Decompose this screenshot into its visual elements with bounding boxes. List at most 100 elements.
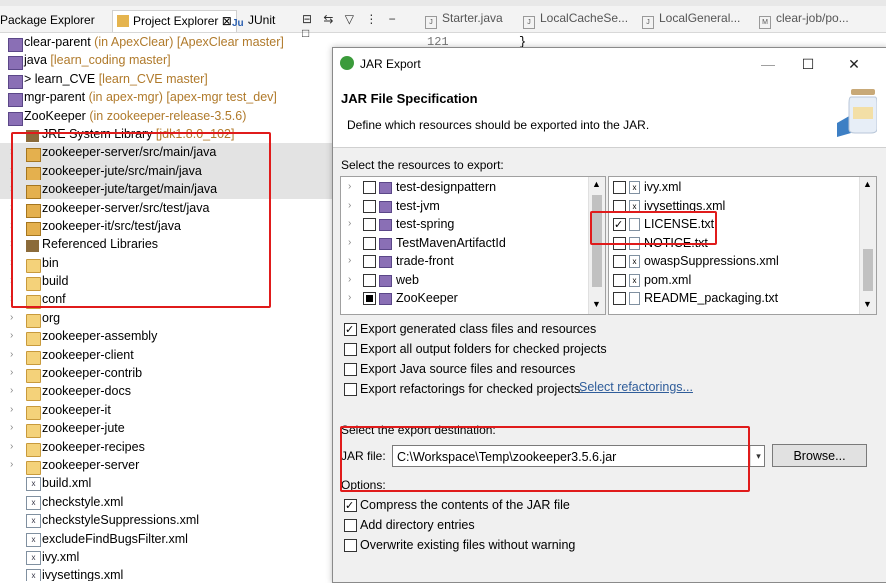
resource-tree-item[interactable]: › test-designpattern [341,178,587,197]
chevron-right-icon[interactable]: › [348,271,351,290]
scrollbar[interactable]: ▲ ▼ [588,177,605,314]
resource-file-item[interactable]: x pom.xml [609,271,858,290]
scrollbar[interactable]: ▲ ▼ [859,177,876,314]
resource-checkbox[interactable] [363,273,376,287]
checkbox[interactable] [344,519,357,532]
chevron-right-icon[interactable]: › [10,309,20,327]
project-explorer-icon [117,15,129,27]
project-icon [379,237,392,250]
jar-export-dialog: JAR Export — ☐ ✕ JAR File Specification … [332,47,886,583]
maven-file-icon: M [759,16,771,29]
resource-checkbox[interactable] [363,218,376,231]
dialog-body: Select the resources to export: › test-de… [333,148,886,582]
resource-file-label: owaspSuppressions.xml [644,254,779,268]
tree-item-label: zookeeper-assembly [42,329,158,344]
resource-tree[interactable]: › test-designpattern › test-jvm › test-spring… [340,176,606,315]
maximize-icon[interactable]: ☐ [797,54,819,74]
chevron-right-icon[interactable]: › [348,234,351,253]
chevron-right-icon[interactable]: › [10,364,20,382]
close-icon[interactable]: ✕ [843,54,865,74]
editor-tab[interactable]: J LocalCacheSe... [523,11,628,29]
chevron-down-icon[interactable]: ▾ [750,446,766,466]
resource-tree-item[interactable]: › TestMavenArtifactId [341,234,587,253]
chevron-down-icon[interactable]: ⌄ [0,107,2,125]
chevron-right-icon[interactable]: › [0,33,2,51]
tree-item-label: java [24,53,47,68]
resource-checkbox[interactable] [363,292,376,305]
minimize-icon[interactable]: — [757,54,779,74]
java-file-icon: J [425,16,437,29]
file-checkbox[interactable] [613,181,626,194]
chevron-right-icon[interactable]: › [10,419,20,437]
editor-tab[interactable]: J LocalGeneral... [642,11,740,29]
chevron-right-icon[interactable]: › [10,401,20,419]
chevron-right-icon[interactable]: › [10,327,20,345]
xml-file-icon: x [26,477,41,492]
resource-file-list[interactable]: xivy.xmlxivysettings.xmlLICENSE.txtNOTIC… [608,176,877,315]
resource-tree-label: web [396,272,419,287]
checkbox[interactable] [344,497,357,515]
chevron-right-icon[interactable]: › [0,51,2,69]
tree-item-decoration: [learn_CVE master] [95,71,208,86]
checkbox[interactable] [344,363,357,376]
file-checkbox[interactable] [613,292,626,305]
tree-item-label: clear-parent [24,35,91,49]
explorer-tab-bar: Package Explorer Project Explorer ⊠ Ju JU… [0,6,415,40]
xml-file-icon: x [629,273,640,287]
chevron-right-icon[interactable]: › [348,215,351,234]
resource-checkbox[interactable] [363,255,376,268]
tab-package-explorer[interactable]: Package Explorer [0,10,95,30]
resource-tree-item[interactable]: › trade-front [341,252,587,271]
chevron-right-icon[interactable]: › [348,178,351,197]
tree-item-label: build.xml [42,476,92,491]
resource-checkbox[interactable] [363,199,376,213]
chevron-right-icon[interactable]: › [10,346,20,364]
resource-tree-item[interactable]: › ZooKeeper [341,289,587,308]
page-title: JAR File Specification [341,91,478,106]
checkbox[interactable] [344,321,357,339]
browse-button[interactable]: Browse... [772,444,867,467]
chevron-right-icon[interactable]: › [0,70,2,88]
chevron-right-icon[interactable]: › [10,438,20,456]
select-refactorings-link[interactable]: Select refactorings... [579,380,693,394]
resource-tree-label: test-designpattern [396,180,497,194]
eclipse-icon [340,56,354,70]
chevron-right-icon[interactable]: › [348,252,351,271]
scrollbar-thumb[interactable] [863,249,873,291]
editor-tab[interactable]: Mclear-job/po... [759,11,849,29]
tree-item-label: > learn_CVE [24,71,96,86]
chevron-right-icon[interactable]: › [10,382,20,400]
resource-tree-item[interactable]: › test-spring [341,215,587,234]
editor-tab[interactable]: J Starter.java [425,11,503,29]
resource-tree-item[interactable]: › test-jvm [341,197,587,216]
file-checkbox[interactable] [613,273,626,287]
resource-checkbox[interactable] [363,181,376,194]
junit-icon: Ju [232,18,244,29]
checkbox[interactable] [344,383,357,396]
tree-item-label: zookeeper-jute [42,421,125,436]
file-checkbox[interactable] [613,255,626,268]
resource-file-item[interactable]: README_packaging.txt [609,289,858,308]
project-icon [379,256,392,268]
resource-file-item[interactable]: x ivy.xml [609,178,858,197]
project-icon [379,182,392,194]
resource-checkbox[interactable] [363,236,376,250]
tab-junit[interactable]: Ju JUnit [232,10,275,30]
chevron-right-icon[interactable]: › [348,197,351,216]
project-icon [8,93,23,108]
xml-file-icon: x [26,532,41,547]
chevron-right-icon[interactable]: › [0,88,2,106]
highlight-box-license [590,211,717,245]
tree-item-label: zookeeper-contrib [42,366,143,381]
folder-icon [26,387,41,402]
chevron-right-icon[interactable]: › [10,456,20,474]
resource-file-item[interactable]: x owaspSuppressions.xml [609,252,858,271]
chevron-right-icon[interactable]: › [348,289,351,308]
checkbox[interactable] [344,539,357,552]
tree-item-label: checkstyle.xml [42,494,124,509]
folder-icon [26,405,41,420]
resource-tree-label: test-jvm [396,198,440,213]
tab-project-explorer[interactable]: Project Explorer ⊠ [112,10,237,32]
checkbox[interactable] [344,343,357,356]
resource-tree-item[interactable]: › web [341,271,587,290]
